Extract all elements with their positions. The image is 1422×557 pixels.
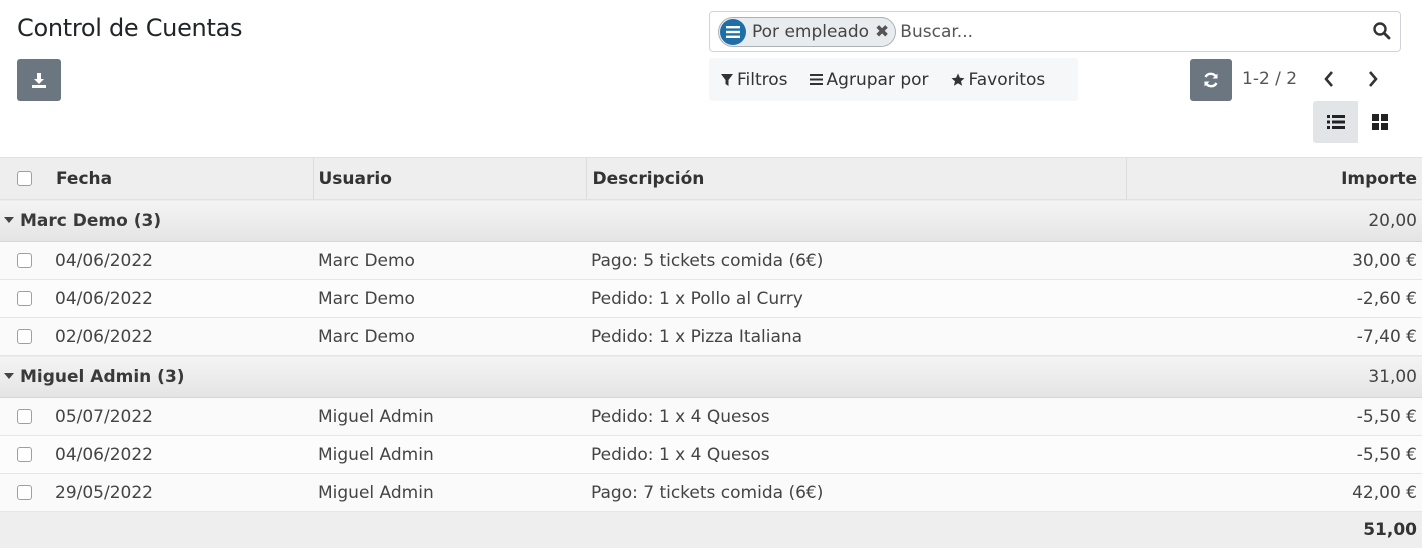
facet-close-icon[interactable]: ✖ xyxy=(875,22,889,42)
cell-amount: -5,50 € xyxy=(1126,397,1422,436)
table-row[interactable]: 05/07/2022 Miguel Admin Pedido: 1 x 4 Qu… xyxy=(0,397,1422,436)
cell-date: 04/06/2022 xyxy=(50,279,313,318)
row-select-cell xyxy=(0,397,50,436)
row-checkbox[interactable] xyxy=(17,409,32,424)
group-row[interactable]: Miguel Admin (3) 31,00 xyxy=(0,355,1422,398)
table-row[interactable]: 04/06/2022 Marc Demo Pedido: 1 x Pollo a… xyxy=(0,279,1422,318)
cell-date: 02/06/2022 xyxy=(50,317,313,356)
cell-description: Pedido: 1 x Pizza Italiana xyxy=(586,317,1126,356)
cell-user: Miguel Admin xyxy=(313,397,586,436)
refresh-icon xyxy=(1204,72,1218,88)
download-icon xyxy=(32,73,46,88)
cell-amount: 30,00 € xyxy=(1126,241,1422,280)
row-select-cell xyxy=(0,241,50,280)
cell-date: 05/07/2022 xyxy=(50,397,313,436)
search-options-bar: Filtros Agrupar por Favoritos xyxy=(709,58,1078,101)
list-view-button[interactable] xyxy=(1313,101,1358,143)
row-select-cell xyxy=(0,317,50,356)
cell-user: Miguel Admin xyxy=(313,473,586,512)
list-icon xyxy=(720,18,746,45)
table-row[interactable]: 29/05/2022 Miguel Admin Pago: 7 tickets … xyxy=(0,473,1422,512)
refresh-button[interactable] xyxy=(1190,59,1232,101)
cell-description: Pago: 5 tickets comida (6€) xyxy=(586,241,1126,280)
row-select-cell xyxy=(0,473,50,512)
group-label-cell: Marc Demo (3) xyxy=(0,199,1126,242)
group-by-button[interactable]: Agrupar por xyxy=(809,69,929,90)
cell-description: Pago: 7 tickets comida (6€) xyxy=(586,473,1126,512)
row-checkbox[interactable] xyxy=(17,329,32,344)
cell-user: Marc Demo xyxy=(313,241,586,280)
cell-amount: -5,50 € xyxy=(1126,435,1422,474)
row-checkbox[interactable] xyxy=(17,485,32,500)
cell-date: 04/06/2022 xyxy=(50,241,313,280)
row-select-cell xyxy=(0,435,50,474)
row-checkbox[interactable] xyxy=(17,447,32,462)
cell-user: Marc Demo xyxy=(313,279,586,318)
caret-down-icon xyxy=(4,372,14,379)
grand-total: 51,00 xyxy=(1126,511,1422,548)
group-total: 31,00 xyxy=(1126,355,1422,398)
bars-icon xyxy=(809,74,823,85)
select-all-cell xyxy=(0,157,50,200)
cell-amount: -2,60 € xyxy=(1126,279,1422,318)
cell-amount: 42,00 € xyxy=(1126,473,1422,512)
search-facet[interactable]: Por empleado ✖ xyxy=(718,16,897,47)
list-view-icon xyxy=(1326,115,1345,129)
filter-icon xyxy=(721,73,733,86)
pager-value[interactable]: 1-2 / 2 xyxy=(1242,69,1297,89)
table-row[interactable]: 04/06/2022 Marc Demo Pago: 5 tickets com… xyxy=(0,241,1422,280)
cell-description: Pedido: 1 x 4 Quesos xyxy=(586,397,1126,436)
caret-down-icon xyxy=(4,216,14,223)
group-by-label: Agrupar por xyxy=(826,69,929,90)
select-all-checkbox[interactable] xyxy=(17,171,32,186)
favorites-label: Favoritos xyxy=(968,69,1046,90)
row-checkbox[interactable] xyxy=(17,291,32,306)
search-icon[interactable] xyxy=(1372,21,1392,41)
column-header-user[interactable]: Usuario xyxy=(312,157,586,200)
group-label: Marc Demo (3) xyxy=(20,210,162,231)
row-checkbox[interactable] xyxy=(17,253,32,268)
download-button[interactable] xyxy=(17,59,61,101)
star-icon xyxy=(951,73,964,86)
table-header-row: Fecha Usuario Descripción Importe xyxy=(0,157,1422,200)
search-bar[interactable]: Por empleado ✖ xyxy=(709,11,1401,52)
table-row[interactable]: 04/06/2022 Miguel Admin Pedido: 1 x 4 Qu… xyxy=(0,435,1422,474)
accounts-table: Fecha Usuario Descripción Importe Marc D… xyxy=(0,157,1422,548)
cell-date: 04/06/2022 xyxy=(50,435,313,474)
column-header-date[interactable]: Fecha xyxy=(50,157,313,200)
facet-label: Por empleado xyxy=(752,21,870,42)
favorites-button[interactable]: Favoritos xyxy=(951,69,1046,90)
filters-button[interactable]: Filtros xyxy=(721,70,788,90)
cell-user: Miguel Admin xyxy=(313,435,586,474)
table-footer-row: 51,00 xyxy=(0,511,1422,548)
group-row[interactable]: Marc Demo (3) 20,00 xyxy=(0,199,1422,242)
row-select-cell xyxy=(0,279,50,318)
column-header-amount[interactable]: Importe xyxy=(1125,157,1422,200)
kanban-view-icon xyxy=(1371,114,1388,130)
footer-spacer xyxy=(0,511,1126,548)
page-title: Control de Cuentas xyxy=(17,14,243,42)
cell-description: Pedido: 1 x 4 Quesos xyxy=(586,435,1126,474)
cell-amount: -7,40 € xyxy=(1126,317,1422,356)
group-label: Miguel Admin (3) xyxy=(20,366,185,387)
kanban-view-button[interactable] xyxy=(1358,101,1401,143)
cell-user: Marc Demo xyxy=(313,317,586,356)
chevron-left-icon[interactable] xyxy=(1320,68,1338,90)
column-header-description[interactable]: Descripción xyxy=(585,157,1126,200)
group-label-cell: Miguel Admin (3) xyxy=(0,355,1126,398)
group-total: 20,00 xyxy=(1126,199,1422,242)
search-input[interactable] xyxy=(900,21,1361,42)
chevron-right-icon[interactable] xyxy=(1364,68,1382,90)
cell-date: 29/05/2022 xyxy=(50,473,313,512)
table-row[interactable]: 02/06/2022 Marc Demo Pedido: 1 x Pizza I… xyxy=(0,317,1422,356)
filters-label: Filtros xyxy=(737,69,788,90)
cell-description: Pedido: 1 x Pollo al Curry xyxy=(586,279,1126,318)
